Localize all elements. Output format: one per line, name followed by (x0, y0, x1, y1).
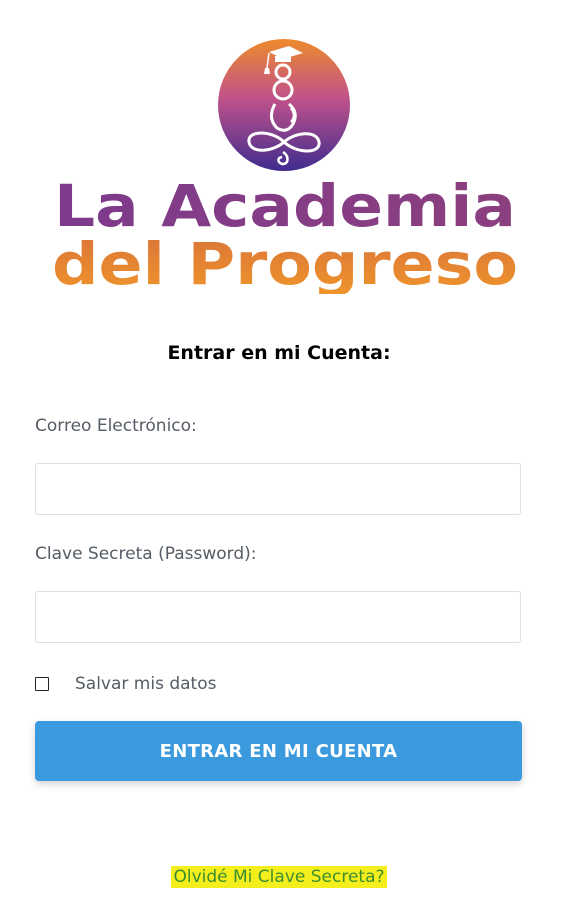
remember-me-row: Salvar mis datos (35, 672, 216, 696)
email-field[interactable] (35, 463, 521, 515)
login-title: Entrar en mi Cuenta: (167, 342, 391, 364)
forgot-password-link[interactable]: Olvidé Mi Clave Secreta? (171, 866, 387, 888)
login-submit-button[interactable]: ENTRAR EN MI CUENTA (35, 721, 522, 781)
forgot-password-container: Olvidé Mi Clave Secreta? (0, 866, 558, 888)
login-page: La Academia del Progreso Entrar en mi Cu… (0, 0, 567, 911)
email-label: Correo Electrónico: (35, 416, 197, 436)
remember-me-checkbox[interactable] (35, 677, 49, 691)
password-field[interactable] (35, 591, 521, 643)
meditating-figure-graduation-cap-icon (218, 39, 350, 171)
brand-line-2: del Progreso (52, 230, 518, 294)
brand-wordmark: La Academia del Progreso (52, 172, 518, 294)
password-label: Clave Secreta (Password): (35, 544, 257, 564)
brand-logo: La Academia del Progreso (0, 30, 567, 300)
remember-me-label[interactable]: Salvar mis datos (75, 674, 216, 694)
